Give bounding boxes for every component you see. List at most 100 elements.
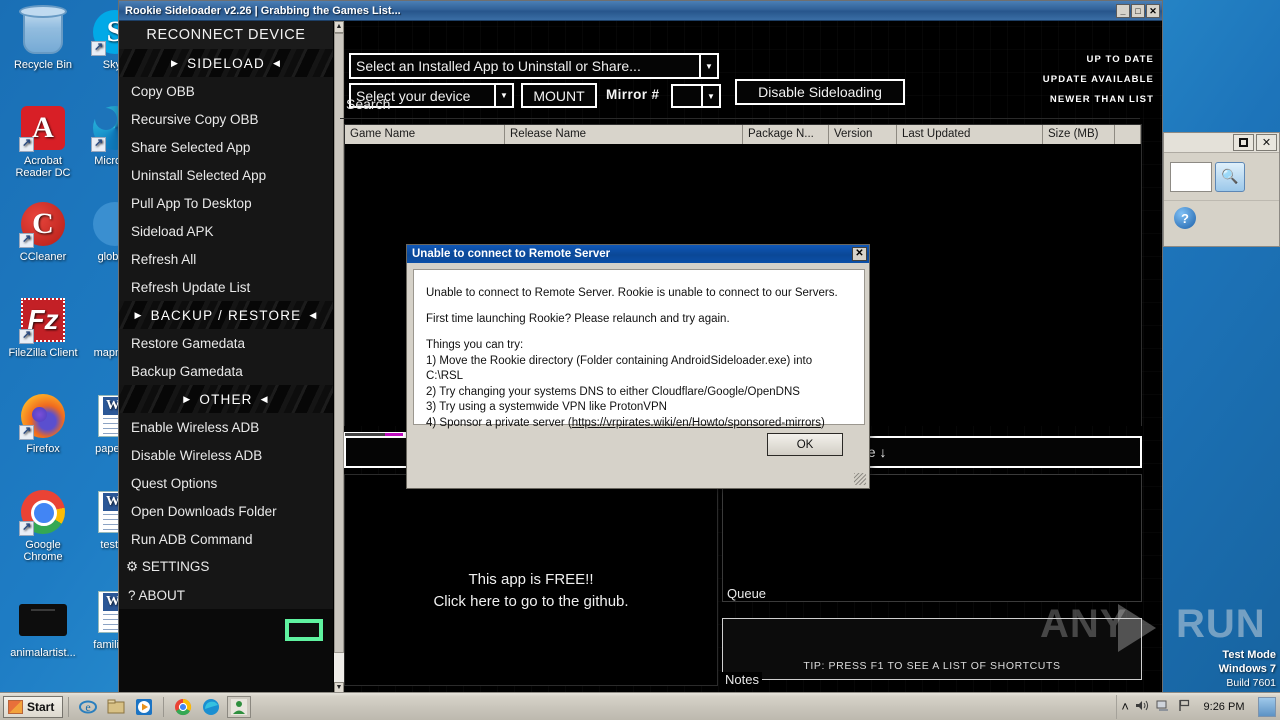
background-window[interactable]: ✕ 🔍 ?: [1163, 132, 1280, 247]
search-input[interactable]: Search: [346, 96, 390, 112]
error-dialog: Unable to connect to Remote Server ✕ Una…: [406, 244, 870, 489]
mount-button[interactable]: MOUNT: [521, 83, 597, 108]
sidebar-item-refresh-all[interactable]: Refresh All: [119, 245, 333, 273]
sidebar-item-recursive-copy-obb[interactable]: Recursive Copy OBB: [119, 105, 333, 133]
caret-left-icon: ◀: [272, 57, 282, 68]
dialog-item-3: 3) Try using a systemwide VPN like Proto…: [426, 401, 667, 413]
sidebar-item-label: Recursive Copy OBB: [131, 111, 259, 127]
sidebar-item-quest-options[interactable]: Quest Options: [119, 469, 333, 497]
highlight-box[interactable]: [285, 619, 323, 641]
network-icon[interactable]: [1156, 699, 1171, 715]
scroll-up-icon[interactable]: ▲: [334, 21, 344, 33]
sidebar-item-sideload-apk[interactable]: Sideload APK: [119, 217, 333, 245]
taskbar-google-chrome-icon[interactable]: [171, 696, 195, 718]
desktop-icon-label: Firefox: [26, 443, 60, 455]
sidebar-scrollbar[interactable]: ▲ ▼: [333, 21, 344, 694]
sidebar-section-other[interactable]: ▶ OTHER ◀: [119, 385, 333, 413]
sidebar-item-uninstall-selected-app[interactable]: Uninstall Selected App: [119, 161, 333, 189]
mirror-label: Mirror #: [606, 87, 660, 102]
close-button[interactable]: ✕: [1256, 134, 1277, 151]
show-hidden-icons-button[interactable]: ˄: [1121, 699, 1129, 714]
sidebar-section-backup-restore[interactable]: ▶ BACKUP / RESTORE ◀: [119, 301, 333, 329]
column-header-package-name[interactable]: Package N...: [743, 125, 829, 144]
maximize-button[interactable]: □: [1131, 3, 1145, 18]
scrollbar-thumb[interactable]: [334, 33, 344, 653]
action-center-flag-icon[interactable]: [1177, 699, 1192, 715]
queue-panel[interactable]: [722, 474, 1142, 602]
sidebar-item-pull-app-to-desktop[interactable]: Pull App To Desktop: [119, 189, 333, 217]
close-button[interactable]: ✕: [1146, 3, 1160, 18]
sidebar-item-backup-gamedata[interactable]: Backup Gamedata: [119, 357, 333, 385]
media-player-icon[interactable]: [132, 696, 156, 718]
sidebar-inner: RECONNECT DEVICE ▶ SIDELOAD ◀ Copy OBB R…: [119, 21, 333, 609]
sidebar-item-enable-wireless-adb[interactable]: Enable Wireless ADB: [119, 413, 333, 441]
sidebar-item-about[interactable]: ? ABOUT: [119, 581, 333, 609]
column-header-last-updated[interactable]: Last Updated: [897, 125, 1043, 144]
sponsored-mirrors-link[interactable]: https://vrpirates.wiki/en/Howto/sponsore…: [572, 417, 821, 429]
mirror-select[interactable]: ▼: [671, 84, 721, 108]
search-field[interactable]: [1170, 161, 1212, 192]
start-button[interactable]: Start: [3, 695, 64, 718]
free-app-line2: Click here to go to the github.: [433, 593, 629, 610]
search-placeholder: Search: [346, 96, 391, 112]
desktop-icon-firefox[interactable]: Firefox: [6, 392, 80, 455]
internet-explorer-icon[interactable]: e: [76, 696, 100, 718]
sidebar-section-label: BACKUP / RESTORE: [150, 307, 302, 323]
sidebar-item-share-selected-app[interactable]: Share Selected App: [119, 133, 333, 161]
ok-button[interactable]: OK: [767, 433, 843, 456]
sidebar-item-label: Uninstall Selected App: [131, 167, 267, 183]
sidebar-item-copy-obb[interactable]: Copy OBB: [119, 77, 333, 105]
search-icon[interactable]: 🔍: [1215, 161, 1245, 192]
taskbar-separator: [68, 696, 70, 717]
chevron-down-icon[interactable]: ▼: [494, 85, 512, 106]
help-icon[interactable]: ?: [1174, 207, 1196, 229]
sidebar-item-restore-gamedata[interactable]: Restore Gamedata: [119, 329, 333, 357]
sidebar-item-label: Disable Wireless ADB: [131, 447, 263, 463]
desktop-icon-acrobat-reader-dc[interactable]: A Acrobat Reader DC: [6, 104, 80, 179]
minimize-button[interactable]: _: [1116, 3, 1130, 18]
taskbar-rookie-sideloader-icon[interactable]: [227, 695, 252, 718]
column-header-release-name[interactable]: Release Name: [505, 125, 743, 144]
sidebar: RECONNECT DEVICE ▶ SIDELOAD ◀ Copy OBB R…: [119, 21, 344, 694]
sidebar-item-settings[interactable]: ⚙ SETTINGS: [119, 553, 333, 581]
sidebar-item-label: Run ADB Command: [131, 531, 253, 547]
desktop-icon-google-chrome[interactable]: Google Chrome: [6, 488, 80, 563]
firefox-icon: [19, 392, 67, 440]
desktop-icon-animalartist[interactable]: animalartist...: [6, 596, 80, 659]
background-window-helprow: ?: [1164, 201, 1279, 245]
column-header-game-name[interactable]: Game Name: [345, 125, 505, 144]
desktop-icon-filezilla-client[interactable]: Fz FileZilla Client: [6, 296, 80, 359]
sidebar-item-refresh-update-list[interactable]: Refresh Update List: [119, 273, 333, 301]
desktop-icon-ccleaner[interactable]: C CCleaner: [6, 200, 80, 263]
sidebar-item-label: Refresh Update List: [131, 279, 251, 295]
taskbar-microsoft-edge-icon[interactable]: [199, 696, 223, 718]
disable-sideloading-button[interactable]: Disable Sideloading: [735, 79, 905, 105]
sidebar-item-open-downloads-folder[interactable]: Open Downloads Folder: [119, 497, 333, 525]
show-desktop-button[interactable]: [1258, 696, 1276, 717]
tip-text: TIP: PRESS F1 TO SEE A LIST OF SHORTCUTS: [803, 660, 1061, 672]
folder-icon[interactable]: [104, 696, 128, 718]
dialog-item-2: 2) Try changing your systems DNS to eith…: [426, 385, 800, 398]
sidebar-item-label: Backup Gamedata: [131, 363, 243, 379]
sidebar-item-run-adb-command[interactable]: Run ADB Command: [119, 525, 333, 553]
sidebar-item-label: Refresh All: [131, 251, 197, 267]
free-app-github-panel[interactable]: This app is FREE!! Click here to go to t…: [344, 474, 718, 686]
column-header-size-mb[interactable]: Size (MB): [1043, 125, 1115, 144]
filezilla-icon: Fz: [19, 296, 67, 344]
installed-app-select[interactable]: Select an Installed App to Uninstall or …: [349, 53, 719, 79]
close-icon[interactable]: ✕: [852, 247, 867, 261]
chevron-down-icon[interactable]: ▼: [701, 86, 719, 106]
column-header-version[interactable]: Version: [829, 125, 897, 144]
volume-icon[interactable]: [1135, 699, 1150, 715]
maximize-button[interactable]: [1233, 134, 1254, 151]
sidebar-item-reconnect-device[interactable]: RECONNECT DEVICE: [119, 21, 333, 49]
test-mode-line1: Test Mode: [1222, 649, 1276, 661]
sidebar-section-sideload[interactable]: ▶ SIDELOAD ◀: [119, 49, 333, 77]
caret-right-icon: ▶: [134, 309, 143, 320]
mount-button-label: MOUNT: [533, 87, 585, 104]
clock[interactable]: 9:26 PM: [1198, 701, 1250, 713]
sidebar-item-disable-wireless-adb[interactable]: Disable Wireless ADB: [119, 441, 333, 469]
resize-grip-icon[interactable]: [854, 473, 866, 485]
chevron-down-icon[interactable]: ▼: [699, 55, 717, 77]
desktop-icon-recycle-bin[interactable]: Recycle Bin: [6, 8, 80, 71]
